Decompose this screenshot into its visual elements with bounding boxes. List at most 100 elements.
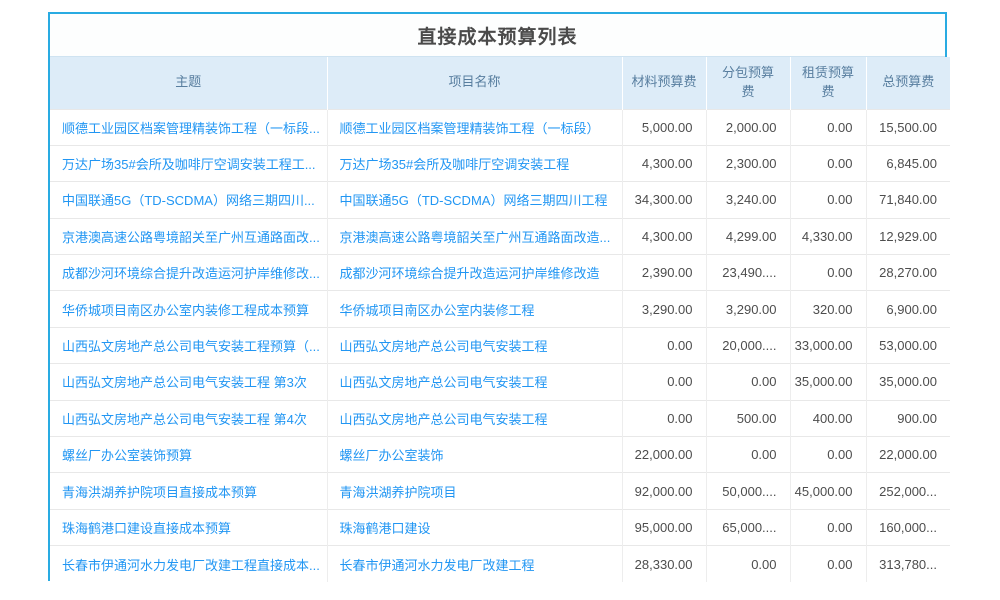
total-budget-cell: 28,270.00 [866,255,950,291]
table-row: 山西弘文房地产总公司电气安装工程 第4次 山西弘文房地产总公司电气安装工程 0.… [50,400,950,436]
col-header-subject: 主题 [50,57,327,109]
table-row: 螺丝厂办公室装饰预算 螺丝厂办公室装饰 22,000.00 0.00 0.00 … [50,437,950,473]
total-budget-cell: 53,000.00 [866,327,950,363]
material-budget-cell: 34,300.00 [622,182,706,218]
subject-link[interactable]: 螺丝厂办公室装饰预算 [62,448,192,463]
material-budget-cell: 28,330.00 [622,546,706,582]
page-title: 直接成本预算列表 [50,14,945,57]
table-row: 青海洪湖养护院项目直接成本预算 青海洪湖养护院项目 92,000.00 50,0… [50,473,950,509]
subject-link[interactable]: 珠海鹤港口建设直接成本预算 [62,521,231,536]
project-link[interactable]: 长春市伊通河水力发电厂改建工程 [340,558,535,573]
project-cell: 华侨城项目南区办公室内装修工程 [327,291,622,327]
subject-link[interactable]: 山西弘文房地产总公司电气安装工程 第3次 [62,375,307,390]
subject-link[interactable]: 长春市伊通河水力发电厂改建工程直接成本... [62,558,320,573]
subject-cell: 长春市伊通河水力发电厂改建工程直接成本... [50,546,327,582]
project-cell: 长春市伊通河水力发电厂改建工程 [327,546,622,582]
subject-link[interactable]: 青海洪湖养护院项目直接成本预算 [62,485,257,500]
material-budget-cell: 3,290.00 [622,291,706,327]
subcontract-budget-cell: 65,000.... [706,509,790,545]
subcontract-budget-cell: 2,300.00 [706,145,790,181]
table-row: 万达广场35#会所及咖啡厅空调安装工程工... 万达广场35#会所及咖啡厅空调安… [50,145,950,181]
project-cell: 京港澳高速公路粤境韶关至广州互通路面改造... [327,218,622,254]
subject-cell: 成都沙河环境综合提升改造运河护岸维修改... [50,255,327,291]
table-row: 山西弘文房地产总公司电气安装工程预算（... 山西弘文房地产总公司电气安装工程 … [50,327,950,363]
project-link[interactable]: 万达广场35#会所及咖啡厅空调安装工程 [340,157,570,172]
total-budget-cell: 252,000... [866,473,950,509]
project-link[interactable]: 山西弘文房地产总公司电气安装工程 [340,339,548,354]
subject-link[interactable]: 山西弘文房地产总公司电气安装工程预算（... [62,339,320,354]
subject-link[interactable]: 山西弘文房地产总公司电气安装工程 第4次 [62,412,307,427]
subject-cell: 山西弘文房地产总公司电气安装工程预算（... [50,327,327,363]
material-budget-cell: 95,000.00 [622,509,706,545]
subject-link[interactable]: 顺德工业园区档案管理精装饰工程（一标段... [62,121,320,136]
subcontract-budget-cell: 0.00 [706,437,790,473]
total-budget-cell: 6,900.00 [866,291,950,327]
table-header: 主题 项目名称 材料预算费 分包预算 费 租赁预算 费 总预算费 [50,57,950,109]
table-row: 京港澳高速公路粤境韶关至广州互通路面改... 京港澳高速公路粤境韶关至广州互通路… [50,218,950,254]
table-row: 中国联通5G（TD-SCDMA）网络三期四川... 中国联通5G（TD-SCDM… [50,182,950,218]
subcontract-budget-cell: 20,000.... [706,327,790,363]
rental-budget-cell: 45,000.00 [790,473,866,509]
project-link[interactable]: 螺丝厂办公室装饰 [340,448,444,463]
project-link[interactable]: 成都沙河环境综合提升改造运河护岸维修改造 [340,266,600,281]
rental-budget-cell: 0.00 [790,182,866,218]
project-cell: 山西弘文房地产总公司电气安装工程 [327,400,622,436]
project-link[interactable]: 山西弘文房地产总公司电气安装工程 [340,375,548,390]
subject-cell: 中国联通5G（TD-SCDMA）网络三期四川... [50,182,327,218]
project-link[interactable]: 山西弘文房地产总公司电气安装工程 [340,412,548,427]
table-row: 长春市伊通河水力发电厂改建工程直接成本... 长春市伊通河水力发电厂改建工程 2… [50,546,950,582]
project-link[interactable]: 青海洪湖养护院项目 [340,485,457,500]
total-budget-cell: 22,000.00 [866,437,950,473]
subject-link[interactable]: 万达广场35#会所及咖啡厅空调安装工程工... [62,157,316,172]
project-link[interactable]: 华侨城项目南区办公室内装修工程 [340,303,535,318]
project-link[interactable]: 珠海鹤港口建设 [340,521,431,536]
total-budget-cell: 71,840.00 [866,182,950,218]
subcontract-budget-cell: 2,000.00 [706,109,790,145]
col-header-total-budget: 总预算费 [866,57,950,109]
material-budget-cell: 5,000.00 [622,109,706,145]
rental-budget-cell: 33,000.00 [790,327,866,363]
table-row: 顺德工业园区档案管理精装饰工程（一标段... 顺德工业园区档案管理精装饰工程（一… [50,109,950,145]
material-budget-cell: 0.00 [622,364,706,400]
subject-link[interactable]: 京港澳高速公路粤境韶关至广州互通路面改... [62,230,320,245]
subcontract-budget-cell: 0.00 [706,364,790,400]
subcontract-budget-cell: 0.00 [706,546,790,582]
subject-link[interactable]: 成都沙河环境综合提升改造运河护岸维修改... [62,266,320,281]
project-link[interactable]: 京港澳高速公路粤境韶关至广州互通路面改造... [340,230,611,245]
project-cell: 万达广场35#会所及咖啡厅空调安装工程 [327,145,622,181]
subject-cell: 华侨城项目南区办公室内装修工程成本预算 [50,291,327,327]
material-budget-cell: 92,000.00 [622,473,706,509]
subcontract-budget-cell: 50,000.... [706,473,790,509]
project-cell: 中国联通5G（TD-SCDMA）网络三期四川工程 [327,182,622,218]
total-budget-cell: 6,845.00 [866,145,950,181]
table-row: 珠海鹤港口建设直接成本预算 珠海鹤港口建设 95,000.00 65,000..… [50,509,950,545]
subject-link[interactable]: 中国联通5G（TD-SCDMA）网络三期四川... [62,193,315,208]
rental-budget-cell: 400.00 [790,400,866,436]
budget-table: 主题 项目名称 材料预算费 分包预算 费 租赁预算 费 总预算费 顺德工业园区档… [50,57,950,582]
rental-budget-cell: 4,330.00 [790,218,866,254]
material-budget-cell: 4,300.00 [622,145,706,181]
subject-cell: 珠海鹤港口建设直接成本预算 [50,509,327,545]
subcontract-budget-cell: 4,299.00 [706,218,790,254]
subcontract-budget-cell: 3,290.00 [706,291,790,327]
subject-link[interactable]: 华侨城项目南区办公室内装修工程成本预算 [62,303,309,318]
table-row: 华侨城项目南区办公室内装修工程成本预算 华侨城项目南区办公室内装修工程 3,29… [50,291,950,327]
col-header-project: 项目名称 [327,57,622,109]
rental-budget-cell: 35,000.00 [790,364,866,400]
subject-cell: 顺德工业园区档案管理精装饰工程（一标段... [50,109,327,145]
material-budget-cell: 2,390.00 [622,255,706,291]
rental-budget-cell: 0.00 [790,109,866,145]
table-body: 顺德工业园区档案管理精装饰工程（一标段... 顺德工业园区档案管理精装饰工程（一… [50,109,950,582]
material-budget-cell: 0.00 [622,327,706,363]
subcontract-budget-cell: 3,240.00 [706,182,790,218]
project-cell: 山西弘文房地产总公司电气安装工程 [327,327,622,363]
project-cell: 顺德工业园区档案管理精装饰工程（一标段） [327,109,622,145]
total-budget-cell: 12,929.00 [866,218,950,254]
project-link[interactable]: 中国联通5G（TD-SCDMA）网络三期四川工程 [340,193,608,208]
rental-budget-cell: 0.00 [790,255,866,291]
project-link[interactable]: 顺德工业园区档案管理精装饰工程（一标段） [340,121,600,136]
table-row: 成都沙河环境综合提升改造运河护岸维修改... 成都沙河环境综合提升改造运河护岸维… [50,255,950,291]
subject-cell: 山西弘文房地产总公司电气安装工程 第3次 [50,364,327,400]
rental-budget-cell: 0.00 [790,546,866,582]
rental-budget-cell: 0.00 [790,509,866,545]
